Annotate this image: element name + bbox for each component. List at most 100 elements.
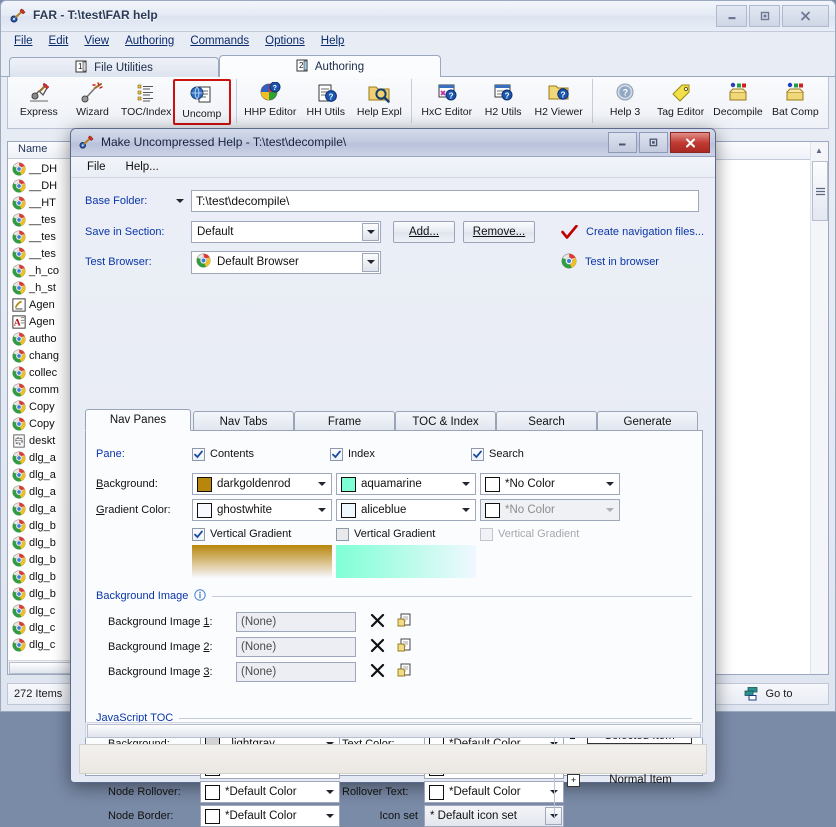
dialog-hscroll-thumb[interactable] [87, 724, 701, 738]
toolbar-button-express[interactable]: Express [12, 79, 66, 125]
background-image-1-input[interactable]: (None) [236, 612, 356, 632]
file-list-item-label: dlg_c [29, 622, 55, 634]
toolbar-button-decompile[interactable]: Decompile [709, 79, 766, 125]
toolbar-button-bat-comp[interactable]: Bat Comp [767, 79, 824, 125]
tab-toc-index[interactable]: TOC & Index [395, 411, 496, 431]
toolbar-button-hhp-editor[interactable]: ? HHP Editor [242, 79, 299, 125]
toolbar-button-wizard[interactable]: Wizard [66, 79, 120, 125]
chevron-down-icon[interactable] [313, 475, 330, 493]
toolbar-button-toc-index[interactable]: TOC/Index [119, 79, 173, 125]
tab-frame[interactable]: Frame [294, 411, 395, 431]
toolbar-button-tag-editor[interactable]: Tag Editor [652, 79, 709, 125]
test-browser-combo[interactable]: Default Browser [191, 251, 381, 274]
pane-index-checkbox[interactable]: Index [330, 448, 471, 461]
chevron-down-icon[interactable] [457, 475, 474, 493]
chevron-down-icon[interactable] [362, 253, 379, 272]
tab-authoring[interactable]: 2 Authoring [219, 55, 441, 77]
menu-file-label: File [14, 35, 33, 47]
vertical-gradient-checkbox-1[interactable]: Vertical Gradient [192, 528, 336, 541]
test-in-browser-link[interactable]: Test in browser [561, 253, 659, 272]
chevron-down-icon[interactable] [362, 223, 379, 241]
browse-folder-icon[interactable] [397, 638, 412, 656]
js-node-rollover-combo[interactable]: *Default Color [200, 781, 340, 803]
dialog-menu-help[interactable]: Help... [118, 160, 167, 174]
pane-label: Pane: [96, 448, 192, 460]
vertical-gradient-checkbox-2[interactable]: Vertical Gradient [336, 528, 480, 541]
chevron-down-icon[interactable] [601, 475, 618, 493]
dialog-menu-file[interactable]: File [79, 160, 114, 174]
main-window-titlebar[interactable]: FAR - T:\test\FAR help [1, 1, 835, 32]
expand-plus-icon: + [567, 774, 580, 787]
toolbar-button-hxc-editor[interactable]: ? HxC Editor [417, 79, 476, 125]
toolbar-separator-1 [236, 79, 237, 123]
tab-file-utilities[interactable]: 1 File Utilities [9, 57, 219, 77]
menu-options[interactable]: Options [258, 34, 312, 52]
remove-section-label: Remove... [473, 226, 525, 238]
toolbar-button-h2-utils[interactable]: ? H2 Utils [476, 79, 530, 125]
detail-list-vscrollbar[interactable]: ▲ [810, 142, 828, 674]
chevron-down-icon[interactable] [457, 501, 474, 519]
base-folder-dropdown-icon[interactable] [169, 199, 191, 203]
js-icon-set-combo[interactable]: * Default icon set [424, 805, 564, 827]
create-navigation-files-link[interactable]: Create navigation files... [561, 225, 704, 240]
clear-x-icon[interactable] [370, 663, 385, 681]
file-list-item-label: autho [29, 333, 57, 345]
clear-x-icon[interactable] [370, 613, 385, 631]
pane-contents-checkbox[interactable]: Contents [192, 448, 330, 461]
menu-authoring[interactable]: Authoring [118, 34, 181, 52]
chevron-down-icon[interactable] [313, 501, 330, 519]
toolbar-button-help-expl[interactable]: Help Expl [353, 79, 407, 125]
menu-help[interactable]: Help [314, 34, 352, 52]
tab-search[interactable]: Search [496, 411, 597, 431]
pane-search-checkbox[interactable]: Search [471, 448, 524, 461]
background-image-2-input[interactable]: (None) [236, 637, 356, 657]
chevron-down-icon[interactable] [321, 807, 338, 825]
browse-folder-icon[interactable] [397, 613, 412, 631]
dialog-restore-button[interactable] [639, 132, 668, 153]
toolbar-button-hh-utils[interactable]: ? HH Utils [299, 79, 353, 125]
menu-file[interactable]: File [7, 34, 40, 52]
dialog-window-buttons [608, 132, 710, 153]
clear-x-icon[interactable] [370, 638, 385, 656]
restore-button[interactable] [749, 5, 780, 27]
info-icon[interactable] [194, 589, 206, 604]
main-toolbar: Express Wizard TOC/Index [7, 77, 829, 129]
base-folder-input[interactable]: T:\test\decompile\ [191, 190, 699, 212]
tab-nav-tabs[interactable]: Nav Tabs [193, 411, 294, 431]
dialog-minimize-button[interactable] [608, 132, 637, 153]
background-color-value-2: aquamarine [361, 478, 422, 490]
dialog-close-button[interactable] [670, 132, 710, 153]
detail-vscroll-thumb[interactable] [812, 161, 828, 221]
gradient-color-combo-1[interactable]: ghostwhite [192, 499, 332, 521]
status-goto-button[interactable]: Go to [708, 684, 828, 704]
tab-frame-label: Frame [328, 416, 361, 428]
tab-nav-panes[interactable]: Nav Panes [85, 409, 191, 431]
background-color-combo-2[interactable]: aquamarine [336, 473, 476, 495]
menu-edit[interactable]: Edit [42, 34, 76, 52]
toolbar-button-h2-viewer[interactable]: ? H2 Viewer [530, 79, 587, 125]
close-button[interactable] [782, 5, 829, 27]
dialog-hscrollbar[interactable] [85, 722, 703, 738]
add-section-button[interactable]: Add... [393, 221, 455, 243]
toolbar-button-uncomp[interactable]: Uncomp [173, 79, 231, 125]
toolbar-button-help-3[interactable]: ? Help 3 [598, 79, 652, 125]
browse-folder-icon[interactable] [397, 663, 412, 681]
tab-generate[interactable]: Generate [597, 411, 698, 431]
menu-commands[interactable]: Commands [183, 34, 256, 52]
background-color-combo-3[interactable]: *No Color [480, 473, 620, 495]
remove-section-button[interactable]: Remove... [463, 221, 535, 243]
minimize-button[interactable] [716, 5, 747, 27]
chevron-down-icon[interactable] [321, 783, 338, 801]
background-image-3-input[interactable]: (None) [236, 662, 356, 682]
dialog-titlebar[interactable]: Make Uncompressed Help - T:\test\decompi… [71, 129, 715, 157]
browser-icon [12, 264, 26, 278]
scroll-up-icon[interactable]: ▲ [811, 142, 827, 159]
js-rollover-text-combo[interactable]: *Default Color [424, 781, 564, 803]
file-list-hscroll-thumb[interactable] [9, 662, 71, 674]
menu-view[interactable]: View [77, 34, 116, 52]
background-color-combo-1[interactable]: darkgoldenrod [192, 473, 332, 495]
gradient-color-combo-2[interactable]: aliceblue [336, 499, 476, 521]
js-node-border-combo[interactable]: *Default Color [200, 805, 340, 827]
save-in-section-combo[interactable]: Default [191, 221, 381, 243]
base-folder-row: Base Folder: T:\test\decompile\ [85, 189, 705, 213]
